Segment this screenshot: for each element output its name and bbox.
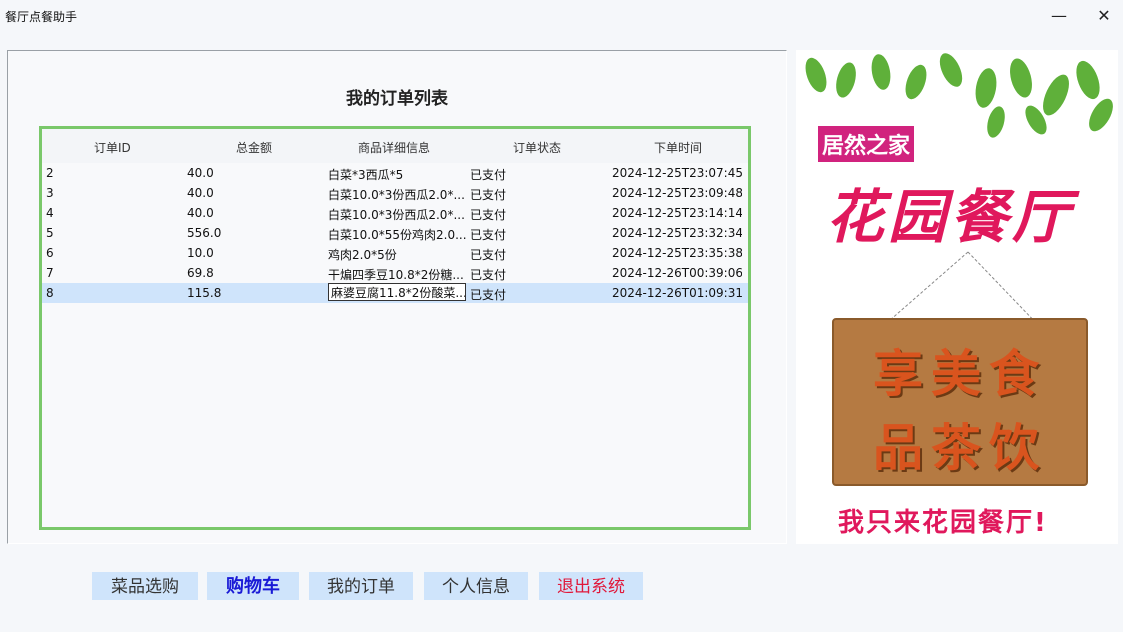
profile-button[interactable]: 个人信息 xyxy=(424,572,528,600)
sign-line-2: 品茶饮 xyxy=(873,419,1047,477)
cell-status[interactable]: 已支付 xyxy=(470,166,600,183)
cell-details[interactable]: 鸡肉2.0*5份 xyxy=(328,246,466,263)
ad-slogan: 我只来花园餐厅! xyxy=(838,508,1048,538)
cell-amount[interactable]: 69.8 xyxy=(187,266,317,280)
cell-amount[interactable]: 115.8 xyxy=(187,286,317,300)
cell-time[interactable]: 2024-12-25T23:09:48 xyxy=(612,186,742,200)
table-row[interactable]: 3 40.0 白菜10.0*3份西瓜2.0*... 已支付 2024-12-25T23:… xyxy=(42,183,748,203)
logout-button[interactable]: 退出系统 xyxy=(539,572,643,600)
ad-brand-badge: 居然之家 xyxy=(818,126,915,162)
title-bar: 餐厅点餐助手 — ✕ xyxy=(0,0,1123,32)
cell-status[interactable]: 已支付 xyxy=(470,246,600,263)
cell-time[interactable]: 2024-12-25T23:07:45 xyxy=(612,166,742,180)
cell-time[interactable]: 2024-12-25T23:14:14 xyxy=(612,206,742,220)
cell-id[interactable]: 3 xyxy=(46,186,176,200)
table-header: 订单ID 总金额 商品详细信息 订单状态 下单时间 xyxy=(42,129,748,163)
table-body: 2 40.0 白菜*3西瓜*5 已支付 2024-12-25T23:07:45 3 40.0… xyxy=(42,163,748,303)
column-header-id[interactable]: 订单ID xyxy=(94,139,131,156)
cell-amount[interactable]: 40.0 xyxy=(187,166,317,180)
sign-line-1: 享美食 xyxy=(873,345,1047,403)
wooden-sign: 享美食 品茶饮 xyxy=(832,318,1088,486)
cell-id[interactable]: 2 xyxy=(46,166,176,180)
cell-id[interactable]: 5 xyxy=(46,226,176,240)
window-title: 餐厅点餐助手 xyxy=(5,10,78,24)
table-row[interactable]: 2 40.0 白菜*3西瓜*5 已支付 2024-12-25T23:07:45 xyxy=(42,163,748,183)
orders-table: 订单ID 总金额 商品详细信息 订单状态 下单时间 2 40.0 白菜*3西瓜*5 已… xyxy=(39,126,751,530)
cell-status[interactable]: 已支付 xyxy=(470,206,600,223)
table-row[interactable]: 7 69.8 干煸四季豆10.8*2份糖... 已支付 2024-12-26T00:39… xyxy=(42,263,748,283)
table-row[interactable]: 4 40.0 白菜10.0*3份西瓜2.0*... 已支付 2024-12-25T23:… xyxy=(42,203,748,223)
cell-id[interactable]: 7 xyxy=(46,266,176,280)
cell-status[interactable]: 已支付 xyxy=(470,266,600,283)
cell-amount[interactable]: 40.0 xyxy=(187,186,317,200)
cell-time[interactable]: 2024-12-26T00:39:06 xyxy=(612,266,742,280)
table-row[interactable]: 6 10.0 鸡肉2.0*5份 已支付 2024-12-25T23:35:38 xyxy=(42,243,748,263)
cell-status[interactable]: 已支付 xyxy=(470,226,600,243)
column-header-status[interactable]: 订单状态 xyxy=(513,139,561,156)
cell-details[interactable]: 麻婆豆腐11.8*2份酸菜... xyxy=(328,283,466,301)
orders-panel: 我的订单列表 订单ID 总金额 商品详细信息 订单状态 下单时间 2 40.0 白菜… xyxy=(7,50,787,544)
cell-details[interactable]: 白菜10.0*55份鸡肉2.0... xyxy=(328,226,466,243)
column-header-time[interactable]: 下单时间 xyxy=(654,139,702,156)
cell-amount[interactable]: 556.0 xyxy=(187,226,317,240)
my-orders-button[interactable]: 我的订单 xyxy=(309,572,413,600)
cart-button[interactable]: 购物车 xyxy=(207,572,299,600)
cell-id[interactable]: 8 xyxy=(46,286,176,300)
table-row[interactable]: 8 115.8 麻婆豆腐11.8*2份酸菜... 已支付 2024-12-26T01:0… xyxy=(42,283,748,303)
column-header-details[interactable]: 商品详细信息 xyxy=(358,139,430,156)
cell-details[interactable]: 白菜*3西瓜*5 xyxy=(328,166,466,183)
cell-time[interactable]: 2024-12-25T23:35:38 xyxy=(612,246,742,260)
cell-amount[interactable]: 10.0 xyxy=(187,246,317,260)
cell-details[interactable]: 干煸四季豆10.8*2份糖... xyxy=(328,266,466,283)
cell-id[interactable]: 6 xyxy=(46,246,176,260)
cell-time[interactable]: 2024-12-26T01:09:31 xyxy=(612,286,742,300)
cell-details[interactable]: 白菜10.0*3份西瓜2.0*... xyxy=(328,206,466,223)
minimize-button[interactable]: — xyxy=(1041,4,1077,28)
cell-status[interactable]: 已支付 xyxy=(470,186,600,203)
restaurant-advert: 居然之家 花园餐厅 享美食 品茶饮 我只来花园餐厅! xyxy=(796,50,1118,544)
cell-details[interactable]: 白菜10.0*3份西瓜2.0*... xyxy=(328,186,466,203)
cell-amount[interactable]: 40.0 xyxy=(187,206,317,220)
column-header-amount[interactable]: 总金额 xyxy=(236,139,272,156)
browse-dishes-button[interactable]: 菜品选购 xyxy=(92,572,198,600)
close-button[interactable]: ✕ xyxy=(1086,4,1122,28)
table-row[interactable]: 5 556.0 白菜10.0*55份鸡肉2.0... 已支付 2024-12-25T23… xyxy=(42,223,748,243)
cell-id[interactable]: 4 xyxy=(46,206,176,220)
cell-status[interactable]: 已支付 xyxy=(470,286,600,303)
page-title: 我的订单列表 xyxy=(346,89,448,109)
cell-time[interactable]: 2024-12-25T23:32:34 xyxy=(612,226,742,240)
